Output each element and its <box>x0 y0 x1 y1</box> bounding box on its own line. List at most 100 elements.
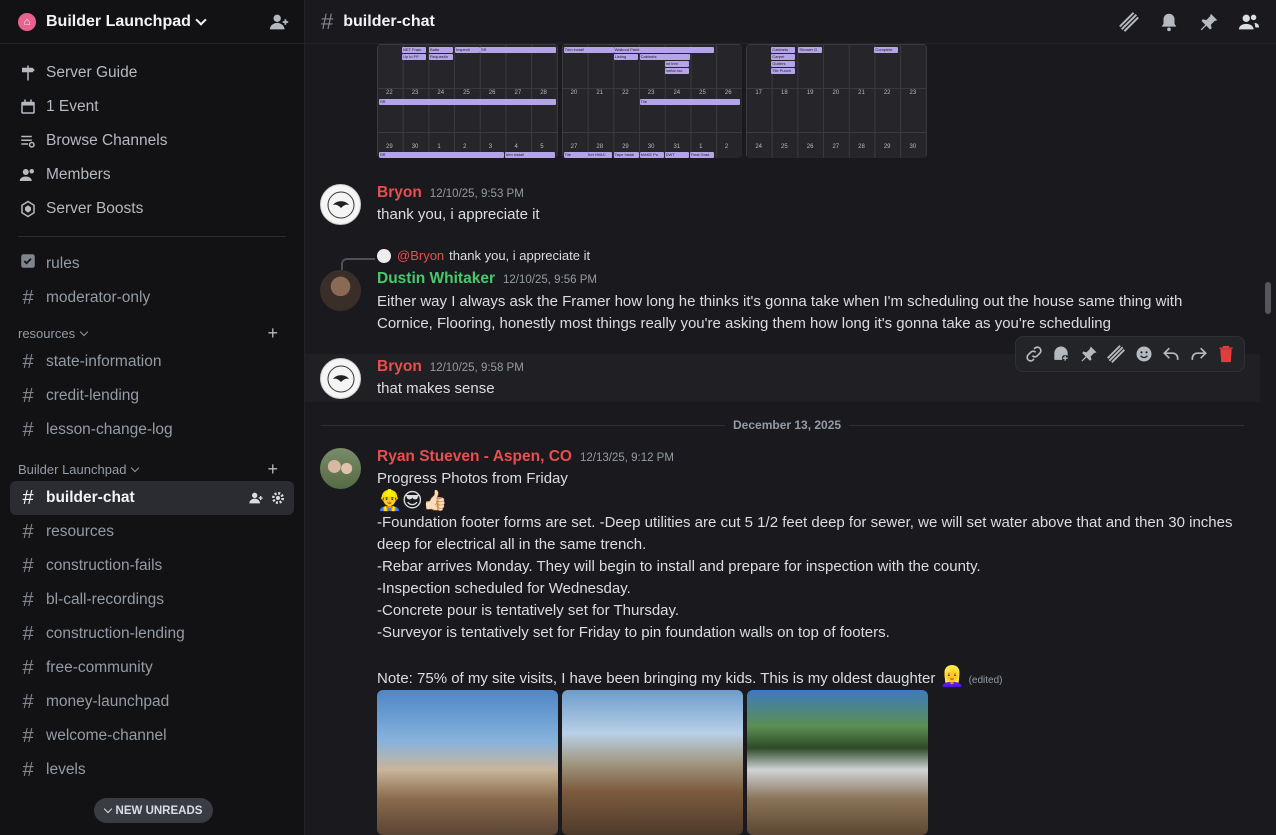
calendar-day-number: 29 <box>883 144 891 150</box>
avatar[interactable] <box>320 270 361 311</box>
reply-connector <box>341 258 375 270</box>
hash-lock-icon: # <box>22 286 34 309</box>
daughter-emoji: 👱‍♀️ <box>939 666 965 688</box>
channel-welcome-channel[interactable]: # welcome-channel <box>10 719 294 753</box>
reply-mention[interactable]: @Bryon <box>397 248 444 263</box>
channel-rules[interactable]: rules <box>10 247 294 281</box>
calendar-event-bar: metal roo <box>664 68 689 74</box>
calendar-day-number: 19 <box>806 90 814 96</box>
channel-label: money-launchpad <box>46 693 170 710</box>
reply-preview[interactable]: @Bryon thank you, i appreciate it <box>377 248 590 263</box>
channel-label: state-information <box>46 353 162 370</box>
calendar-event-bar: Batte <box>429 47 453 53</box>
calendar-day-number: 24 <box>673 90 681 96</box>
calendar-day-number: 29 <box>622 144 629 150</box>
new-unreads-button[interactable]: NEW UNREADS <box>94 798 213 823</box>
channel-label: bl-call-recordings <box>46 591 165 608</box>
channel-label: resources <box>46 523 115 540</box>
message-text: thank you, i appreciate it <box>377 206 540 223</box>
calendar-day-number: 31 <box>673 144 681 150</box>
pin-icon[interactable] <box>1198 11 1220 33</box>
reply-icon[interactable] <box>1161 344 1181 364</box>
username[interactable]: Bryon <box>377 184 422 202</box>
calendar-day-number: 3 <box>488 144 493 150</box>
server-header[interactable]: ⌂ Builder Launchpad <box>0 0 304 44</box>
calendar-event-bar: Tape Instal <box>613 152 639 158</box>
calendar-day-number: 25 <box>463 90 470 96</box>
nav-server-guide[interactable]: Server Guide <box>10 56 294 90</box>
members-list-icon[interactable] <box>1238 11 1260 33</box>
calendar-day-number: 22 <box>386 90 393 96</box>
calendar-attachment[interactable]: 22 23 24 25 26 27 28 29 30 1 2 3 4 5 NET Fram Batte Insp… <box>377 44 928 158</box>
bell-icon[interactable] <box>1158 11 1180 33</box>
channel-construction-lending[interactable]: # construction-lending <box>10 617 294 651</box>
app-window: ⌂ Builder Launchpad Server Guide 1 Event… <box>0 0 1276 835</box>
channel-construction-fails[interactable]: # construction-fails <box>10 549 294 583</box>
username[interactable]: Dustin Whitaker <box>377 270 495 288</box>
edited-tag: (edited) <box>968 675 1003 686</box>
scrollbar-thumb[interactable] <box>1265 282 1271 314</box>
add-channel-icon[interactable]: + <box>267 323 278 344</box>
pin-icon[interactable] <box>1079 344 1099 364</box>
calendar-event-bar: Inspecti <box>455 47 480 53</box>
reaction-icon[interactable] <box>1051 344 1071 364</box>
invite-people-icon[interactable] <box>268 11 290 33</box>
threads-icon[interactable] <box>1118 11 1140 33</box>
channel-money-launchpad[interactable]: # money-launchpad <box>10 685 294 719</box>
channel-builder-chat[interactable]: # builder-chat <box>10 481 294 515</box>
calendar-event-bar: Walkout Paint <box>613 47 714 53</box>
add-channel-icon[interactable]: + <box>267 459 278 480</box>
calendar-event-bar: Cabinets <box>639 54 690 60</box>
category-resources: resources + # state-information # credit-l… <box>0 315 304 787</box>
construction-photo[interactable] <box>562 690 743 835</box>
calendar-event-bar: Gutters <box>771 61 796 67</box>
channel-resources[interactable]: # resources <box>10 515 294 549</box>
message-list[interactable]: 22 23 24 25 26 27 28 29 30 1 2 3 4 5 NET Fram Batte Insp… <box>305 44 1276 835</box>
avatar[interactable] <box>320 358 361 399</box>
gear-icon[interactable] <box>270 490 286 506</box>
nav-members[interactable]: Members <box>10 158 294 192</box>
channel-levels[interactable]: # levels <box>10 753 294 787</box>
message-header: Bryon 12/10/25, 9:53 PM <box>377 184 524 202</box>
username[interactable]: Ryan Stueven - Aspen, CO <box>377 448 572 466</box>
eagle-logo-icon <box>327 365 354 392</box>
nav-label: 1 Event <box>46 98 99 115</box>
category-header-resources[interactable]: resources + <box>10 315 294 345</box>
calendar-day-number: 24 <box>755 144 763 150</box>
calendar-day-number: 30 <box>909 144 917 150</box>
avatar[interactable] <box>320 448 361 489</box>
trash-icon[interactable] <box>1216 344 1236 364</box>
category-label: Builder Launchpad <box>18 461 127 477</box>
nav-events[interactable]: 1 Event <box>10 90 294 124</box>
category-header-builder-launchpad[interactable]: Builder Launchpad + <box>10 451 294 481</box>
calendar-day-number: 2 <box>463 144 467 150</box>
channel-credit-lending[interactable]: # credit-lending <box>10 379 294 413</box>
forward-icon[interactable] <box>1189 344 1209 364</box>
channel-free-community[interactable]: # free-community <box>10 651 294 685</box>
channel-lesson-change-log[interactable]: # lesson-change-log <box>10 413 294 447</box>
link-icon[interactable] <box>1024 344 1044 364</box>
thread-icon[interactable] <box>1106 344 1126 364</box>
construction-photo[interactable] <box>377 690 558 835</box>
calendar-day-number: 29 <box>386 144 393 150</box>
nav-browse-channels[interactable]: Browse Channels <box>10 124 294 158</box>
calendar-event-bar: Trim install <box>563 47 614 53</box>
emoji-icon[interactable] <box>1134 344 1154 364</box>
calendar-day-number: 25 <box>781 144 788 150</box>
construction-photo[interactable] <box>747 690 928 835</box>
channel-state-information[interactable]: # state-information <box>10 345 294 379</box>
calendar-event-bar: NET Fram <box>402 47 426 53</box>
nav-server-boosts[interactable]: Server Boosts <box>10 192 294 226</box>
avatar[interactable] <box>320 184 361 225</box>
message-text: Either way I always ask the Framer how l… <box>377 293 1183 332</box>
timestamp: 12/10/25, 9:56 PM <box>502 274 597 286</box>
hash-icon: # <box>22 690 34 713</box>
channel-label: credit-lending <box>46 387 140 404</box>
channel-label: builder-chat <box>46 489 135 506</box>
channel-moderator-only[interactable]: # moderator-only <box>10 281 294 315</box>
hash-icon: # <box>22 554 34 577</box>
username[interactable]: Bryon <box>377 358 422 376</box>
calendar-day-number: 26 <box>724 90 732 96</box>
channel-bl-call-recordings[interactable]: # bl-call-recordings <box>10 583 294 617</box>
invite-people-icon[interactable] <box>248 490 264 506</box>
